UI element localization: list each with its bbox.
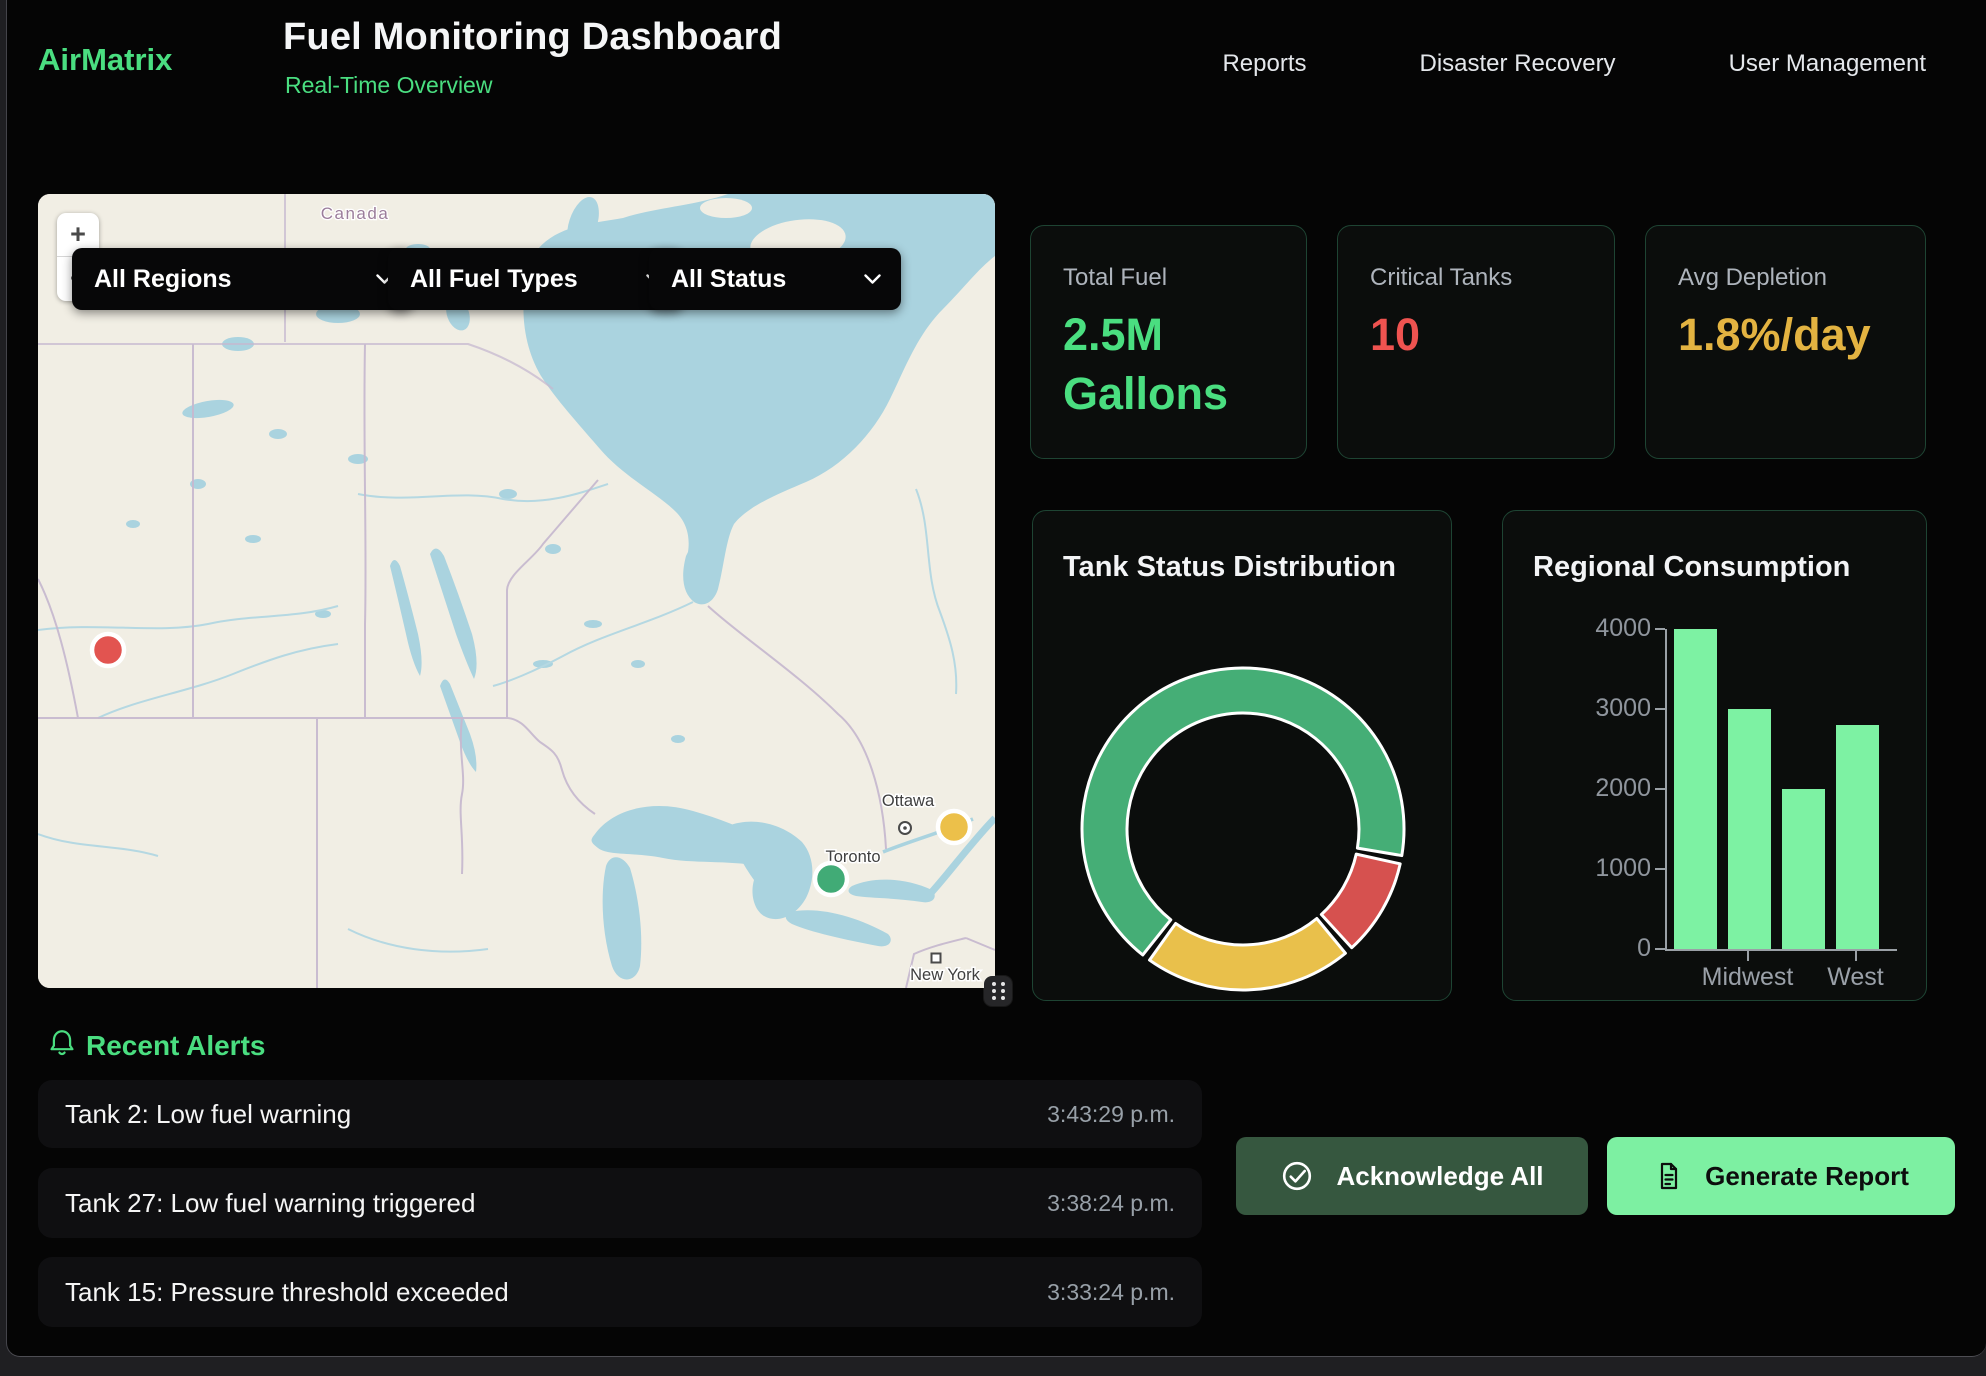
acknowledge-all-button[interactable]: Acknowledge All	[1236, 1137, 1588, 1215]
consumption-bar	[1836, 725, 1879, 949]
nav-item-disaster-recovery[interactable]: Disaster Recovery	[1420, 50, 1616, 78]
panel-title: Regional Consumption	[1533, 551, 1850, 584]
status-filter-value: All Status	[671, 265, 786, 294]
stat-card-critical-tanks: Critical Tanks 10	[1337, 225, 1615, 459]
donut-segment-yellow	[1150, 919, 1346, 990]
y-axis-tick-label: 3000	[1503, 694, 1651, 723]
nav-item-user-management[interactable]: User Management	[1729, 50, 1926, 78]
donut-segment-red	[1321, 854, 1400, 948]
stat-value: 2.5M Gallons	[1063, 305, 1268, 424]
map-label-ottawa: Ottawa	[882, 792, 935, 810]
y-axis-tick-label: 2000	[1503, 774, 1651, 803]
alerts-heading: Recent Alerts	[86, 1030, 265, 1062]
check-circle-icon	[1280, 1159, 1314, 1193]
dashboard-root: AirMatrix Fuel Monitoring Dashboard Real…	[0, 0, 1986, 1376]
y-axis-tick-label: 4000	[1503, 614, 1651, 643]
map-label-canada: Canada	[321, 204, 390, 223]
y-axis-tick-label: 0	[1503, 934, 1651, 963]
fuel-type-filter-dropdown[interactable]: All Fuel Types	[388, 248, 683, 310]
stat-label: Avg Depletion	[1678, 264, 1893, 292]
chevron-down-icon	[286, 274, 393, 285]
bell-icon	[46, 1026, 78, 1065]
region-filter-dropdown[interactable]: All Regions	[72, 248, 413, 310]
chevron-down-icon	[842, 274, 881, 285]
tank-status-donut-chart	[1033, 511, 1453, 1002]
brand-logo: AirMatrix	[38, 42, 172, 78]
status-filter-dropdown[interactable]: All Status	[649, 248, 901, 310]
y-axis-tick	[1655, 948, 1665, 950]
stat-card-avg-depletion: Avg Depletion 1.8%/day	[1645, 225, 1926, 459]
document-icon	[1653, 1160, 1683, 1192]
x-axis-tick-label: West	[1827, 963, 1884, 992]
consumption-bar	[1782, 789, 1825, 949]
tank-marker-warning[interactable]	[938, 811, 970, 843]
y-axis-tick	[1655, 868, 1665, 870]
alert-row: Tank 27: Low fuel warning triggered 3:38…	[38, 1168, 1202, 1238]
stat-label: Total Fuel	[1063, 264, 1274, 292]
x-axis-tick	[1747, 951, 1749, 961]
acknowledge-all-label: Acknowledge All	[1336, 1161, 1543, 1192]
stat-value: 10	[1370, 305, 1575, 364]
y-axis-tick-label: 1000	[1503, 854, 1651, 883]
alert-timestamp: 3:33:24 p.m.	[1047, 1279, 1175, 1306]
tank-marker-normal[interactable]	[815, 863, 847, 895]
consumption-bar	[1728, 709, 1771, 949]
x-axis-tick	[1855, 951, 1857, 961]
tank-marker-critical[interactable]	[92, 634, 124, 666]
alert-row: Tank 2: Low fuel warning 3:43:29 p.m.	[38, 1080, 1202, 1148]
page-title: Fuel Monitoring Dashboard	[283, 16, 782, 59]
map-canvas[interactable]: CanadaOttawaTorontoNew York	[38, 194, 995, 988]
alert-timestamp: 3:43:29 p.m.	[1047, 1101, 1175, 1128]
generate-report-button[interactable]: Generate Report	[1607, 1137, 1955, 1215]
page-subtitle: Real-Time Overview	[285, 72, 492, 99]
stat-value: 1.8%/day	[1678, 305, 1883, 364]
alert-text: Tank 15: Pressure threshold exceeded	[65, 1277, 509, 1308]
alert-row: Tank 15: Pressure threshold exceeded 3:3…	[38, 1257, 1202, 1327]
regional-consumption-panel: Regional Consumption 0 1000 2000 3000 4000 Mi…	[1502, 510, 1927, 1001]
alert-text: Tank 27: Low fuel warning triggered	[65, 1188, 475, 1219]
consumption-bar	[1674, 629, 1717, 949]
alert-text: Tank 2: Low fuel warning	[65, 1099, 351, 1130]
stat-label: Critical Tanks	[1370, 264, 1582, 292]
y-axis-tick	[1655, 628, 1665, 630]
regional-consumption-bar-chart	[1665, 629, 1897, 951]
tank-map[interactable]: CanadaOttawaTorontoNew York + − All Regi…	[38, 194, 995, 988]
map-label-new-york: New York	[910, 966, 980, 984]
nav-item-reports[interactable]: Reports	[1222, 50, 1306, 78]
y-axis-tick	[1655, 708, 1665, 710]
fuel-type-filter-value: All Fuel Types	[410, 265, 578, 294]
y-axis-tick	[1655, 788, 1665, 790]
main-nav: Reports Disaster Recovery User Managemen…	[1222, 0, 1926, 127]
region-filter-value: All Regions	[94, 265, 232, 294]
alert-timestamp: 3:38:24 p.m.	[1047, 1190, 1175, 1217]
tank-status-panel: Tank Status Distribution	[1032, 510, 1452, 1001]
drag-handle-icon[interactable]	[984, 976, 1012, 1006]
x-axis-tick-label: Midwest	[1702, 963, 1794, 992]
stat-card-total-fuel: Total Fuel 2.5M Gallons	[1030, 225, 1307, 459]
generate-report-label: Generate Report	[1705, 1161, 1909, 1192]
